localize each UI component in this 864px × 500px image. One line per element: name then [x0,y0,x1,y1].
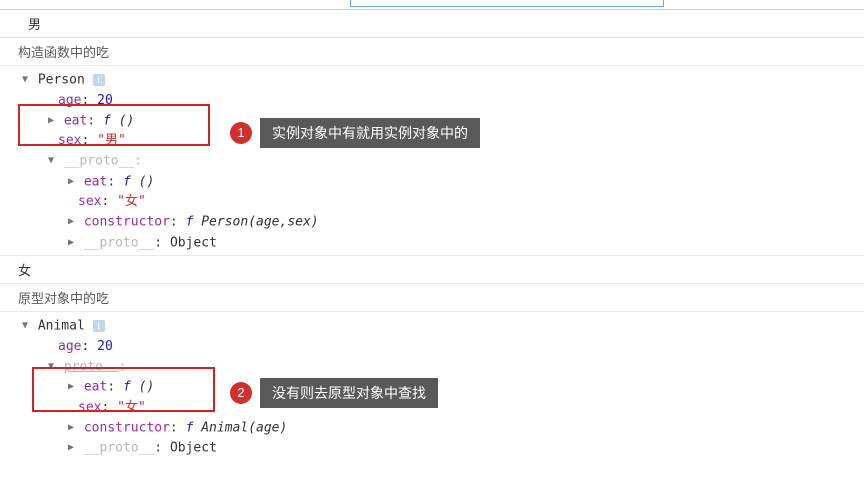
prop-value: 20 [97,339,113,354]
prop-value: "男" [97,133,126,148]
console-object-tree: Animal i age: 20 proto : eat: f () sex: … [0,312,864,461]
prop-key: eat [84,174,107,189]
property-row[interactable]: age: 20 [20,337,864,357]
prop-key: age [58,93,81,108]
property-row[interactable]: age: 20 [20,91,864,111]
annotation-text: 没有则去原型对象中查找 [260,378,438,408]
expand-icon[interactable] [66,233,76,253]
expand-icon[interactable] [66,172,76,192]
annotation: 1 实例对象中有就用实例对象中的 [230,118,480,148]
property-row[interactable]: __proto__: Object [20,233,864,254]
prop-key: __proto__ [84,235,154,250]
expand-icon[interactable] [20,316,30,336]
prop-key: constructor [84,420,170,435]
prop-value: Object [170,235,217,250]
expand-icon[interactable] [20,70,30,90]
prop-value: 20 [97,93,113,108]
function-sig: () [131,380,154,395]
info-icon[interactable]: i [93,320,105,332]
annotation-text: 实例对象中有就用实例对象中的 [260,118,480,148]
function-icon: f [103,113,111,128]
prop-key: sex [78,194,101,209]
prop-key: eat [84,380,107,395]
prop-key: sex [78,400,101,415]
prop-key: proto [64,359,103,374]
expand-icon[interactable] [66,438,76,458]
expand-icon[interactable] [66,418,76,438]
property-row[interactable]: sex: "女" [20,192,864,212]
console-log-line: 原型对象中的吃 [0,283,864,312]
top-bar [0,0,864,10]
prop-key: __proto__ [64,154,134,169]
console-log-line: 男 [0,10,864,37]
prop-key: __proto__ [84,441,154,456]
function-sig: Person(age,sex) [193,215,318,230]
property-row[interactable]: sex: "女" [20,398,864,418]
function-icon: f [123,174,131,189]
info-icon[interactable]: i [93,74,105,86]
function-sig: () [131,174,154,189]
class-name: Person [38,73,85,88]
console-log-line: 构造函数中的吃 [0,37,864,66]
object-row[interactable]: Animal i [20,316,864,337]
function-icon: f [123,380,131,395]
prop-key: age [58,339,81,354]
property-row[interactable]: __proto__: [20,151,864,172]
prop-value: Object [170,441,217,456]
property-row[interactable]: eat: f () [20,172,864,193]
object-row[interactable]: Person i [20,70,864,91]
class-name: Animal [38,319,85,334]
property-row[interactable]: __proto__: Object [20,438,864,459]
expand-icon[interactable] [46,357,56,377]
console-log-line: 女 [0,255,864,283]
prop-value: "女" [117,194,146,209]
prop-key: eat [64,113,87,128]
function-sig: () [111,113,134,128]
prop-key: constructor [84,215,170,230]
annotation: 2 没有则去原型对象中查找 [230,378,438,408]
function-sig: Animal(age) [193,420,287,435]
expand-icon[interactable] [66,212,76,232]
expand-icon[interactable] [46,111,56,131]
property-row[interactable]: eat: f () [20,377,864,398]
annotation-number: 2 [230,382,252,404]
property-row[interactable]: proto : [20,357,864,378]
expand-icon[interactable] [46,151,56,171]
property-row[interactable]: constructor: f Animal(age) [20,418,864,439]
console-object-tree: Person i age: 20 eat: f () sex: "男" __pr… [0,66,864,255]
expand-icon[interactable] [66,377,76,397]
prop-key: sex [58,133,81,148]
property-row[interactable]: constructor: f Person(age,sex) [20,212,864,233]
annotation-number: 1 [230,122,252,144]
prop-value: "女" [117,400,146,415]
